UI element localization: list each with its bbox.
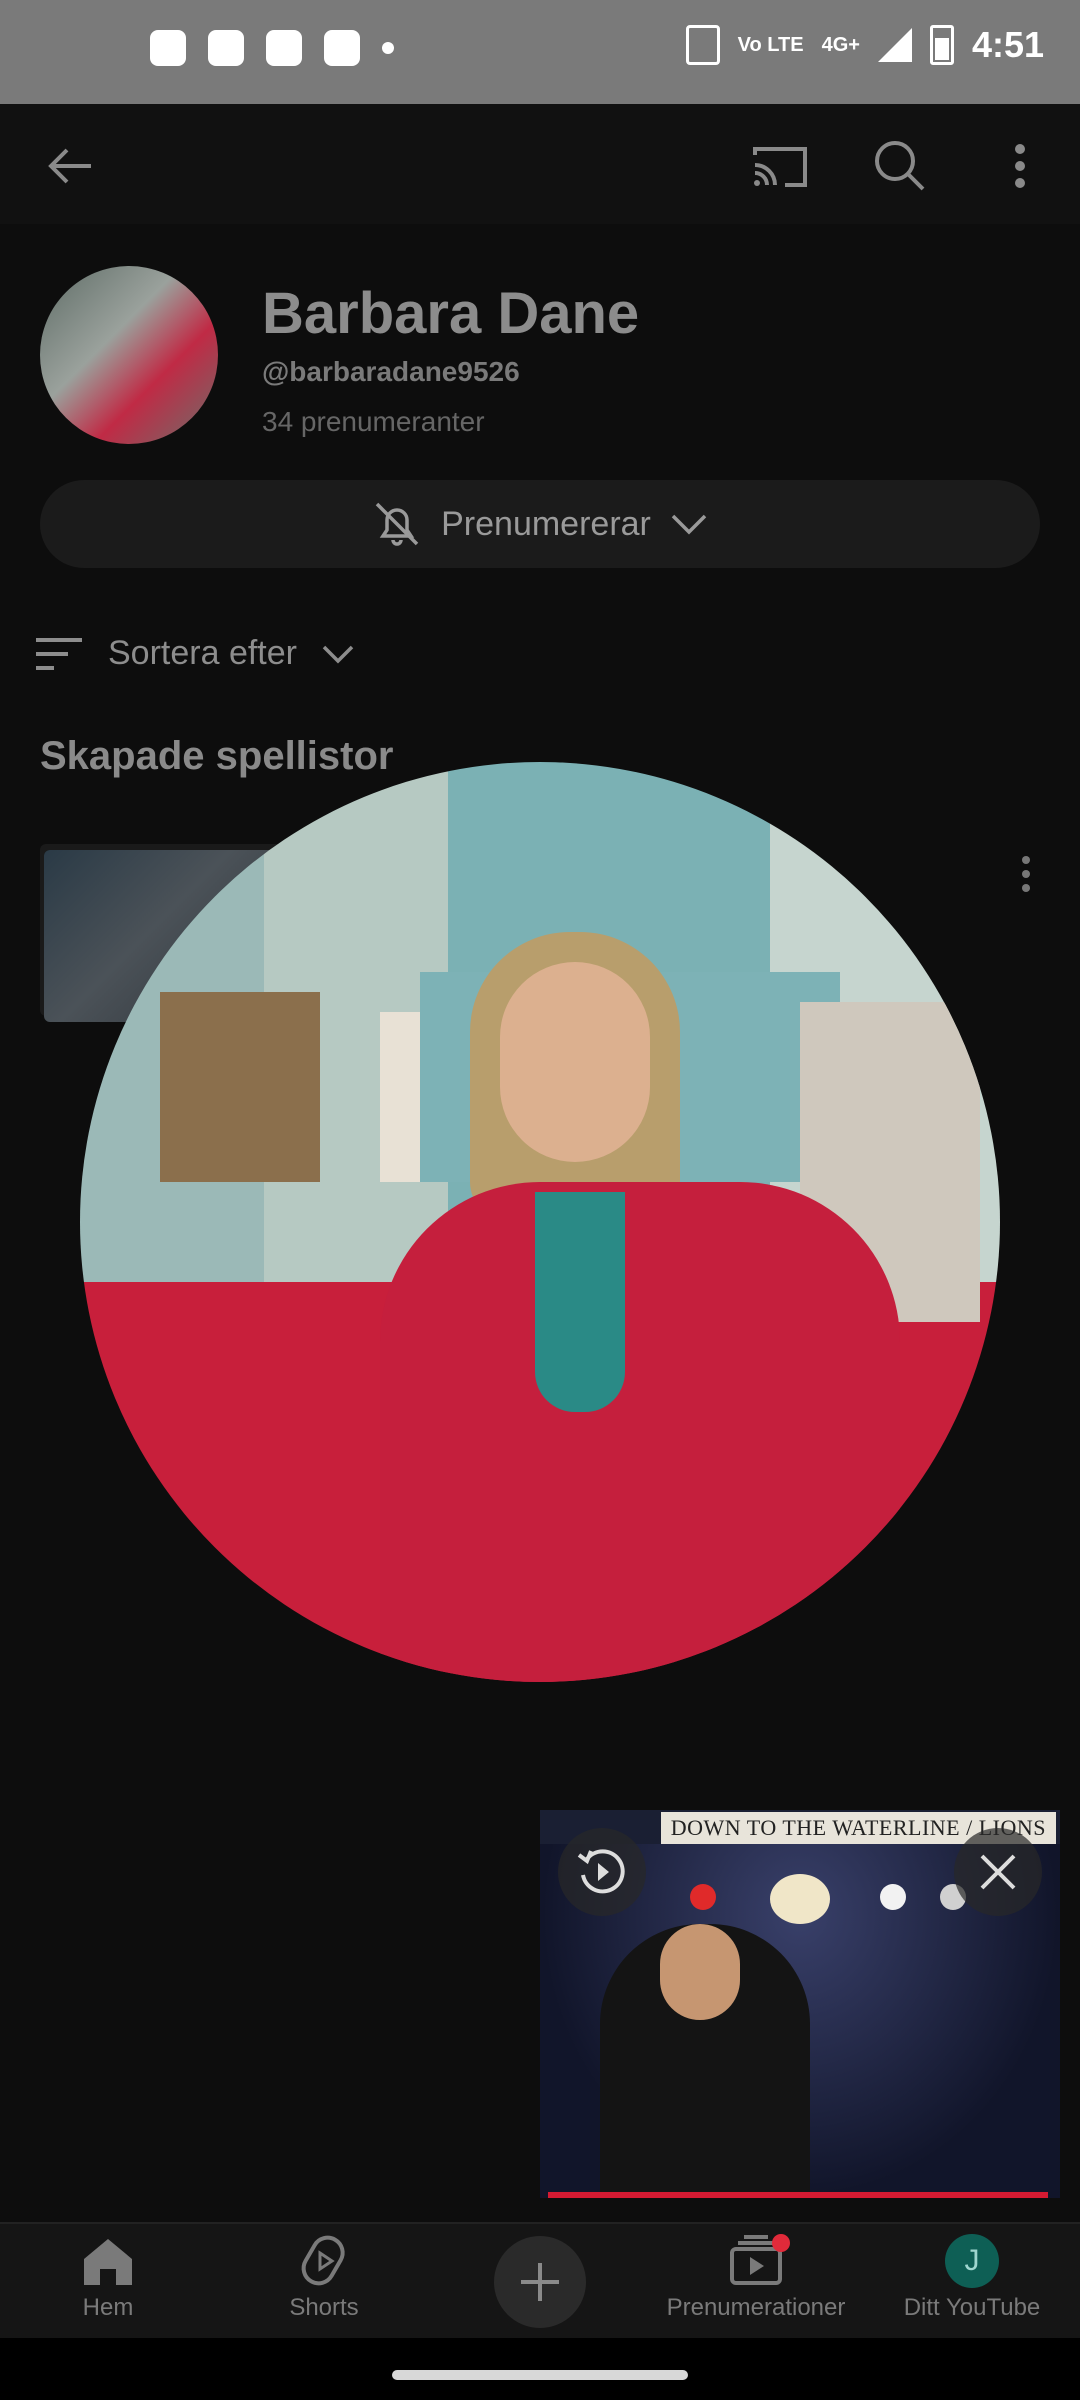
home-icon [84, 2239, 132, 2285]
top-app-bar [0, 104, 1080, 224]
person-teal-top [535, 1192, 625, 1412]
close-button[interactable] [954, 1828, 1042, 1916]
poster-collage [160, 992, 320, 1182]
sort-icon [36, 637, 82, 670]
sort-dropdown[interactable]: Sortera efter [34, 634, 355, 673]
cast-icon [753, 147, 807, 187]
search-button[interactable] [864, 130, 936, 202]
shorts-icon [301, 2235, 345, 2286]
new-content-badge [772, 2234, 790, 2252]
bell-off-icon [375, 502, 419, 546]
pinwheel-icon [324, 30, 360, 66]
search-icon [875, 141, 925, 191]
replay-icon [577, 1849, 625, 1894]
channel-avatar[interactable] [40, 266, 218, 444]
nav-home-label: Hem [82, 2294, 134, 2321]
vibrate-icon [685, 25, 720, 65]
person-face [500, 962, 650, 1162]
chevron-down-icon [671, 514, 707, 535]
plus-icon [521, 2263, 559, 2301]
nav-subscriptions[interactable]: Prenumerationer [648, 2234, 864, 2334]
notification-stack-icon [208, 30, 244, 66]
subscribed-button[interactable]: Prenumererar [40, 480, 1040, 568]
nav-home[interactable]: Hem [0, 2234, 216, 2334]
notification-icons [150, 30, 394, 66]
nav-you[interactable]: J Ditt YouTube [864, 2234, 1080, 2334]
more-options-button[interactable] [984, 130, 1056, 202]
nav-you-label: Ditt YouTube [903, 2294, 1041, 2321]
more-notifications-dot [382, 42, 394, 54]
signal-icon [877, 28, 912, 62]
back-arrow-icon [48, 148, 91, 184]
performer-head [660, 1924, 740, 2020]
bottom-navigation: Hem Shorts Prenumerationer J Ditt YouTub… [0, 2222, 1080, 2340]
more-vert-icon [1015, 144, 1025, 188]
notification-app-icon [150, 30, 186, 66]
more-vert-icon [1022, 856, 1030, 892]
home-gesture-bar[interactable] [392, 2370, 688, 2380]
nav-shorts-label: Shorts [289, 2294, 359, 2321]
gesture-area [0, 2338, 1080, 2400]
mini-player[interactable]: DOWN TO THE WATERLINE / LIONS [540, 1810, 1060, 2198]
nav-subscriptions-label: Prenumerationer [666, 2294, 846, 2321]
close-icon [980, 1854, 1016, 1890]
cast-button[interactable] [744, 130, 816, 202]
chevron-down-icon [322, 645, 354, 663]
channel-handle: @barbaradane9526 [262, 356, 520, 387]
person-red-shirt [380, 1182, 900, 1682]
network-label: 4G+ [821, 34, 860, 56]
progress-bar[interactable] [548, 2192, 1048, 2198]
back-button[interactable] [34, 130, 106, 202]
system-icons: Vo LTE 4G+ 4:51 [685, 24, 1044, 66]
create-button[interactable] [494, 2236, 586, 2328]
battery-icon [929, 25, 954, 65]
channel-name: Barbara Dane [262, 281, 640, 346]
sort-label: Sortera efter [108, 634, 297, 672]
subscribed-label: Prenumererar [441, 504, 651, 543]
clock: 4:51 [971, 24, 1044, 65]
volte-label: Vo LTE [737, 34, 804, 56]
avatar-icon: J [945, 2234, 999, 2288]
status-bar: Vo LTE 4G+ 4:51 [0, 0, 1080, 104]
subscriber-count: 34 prenumeranter [262, 406, 485, 437]
playlist-more-button[interactable] [1020, 854, 1060, 914]
section-title: Skapade spellistor [40, 734, 394, 778]
poster-collage [380, 1012, 420, 1182]
replay-button[interactable] [558, 1828, 646, 1916]
nav-shorts[interactable]: Shorts [216, 2234, 432, 2334]
enlarged-avatar-photo[interactable] [80, 762, 1000, 1682]
notification-stack-icon-2 [266, 30, 302, 66]
